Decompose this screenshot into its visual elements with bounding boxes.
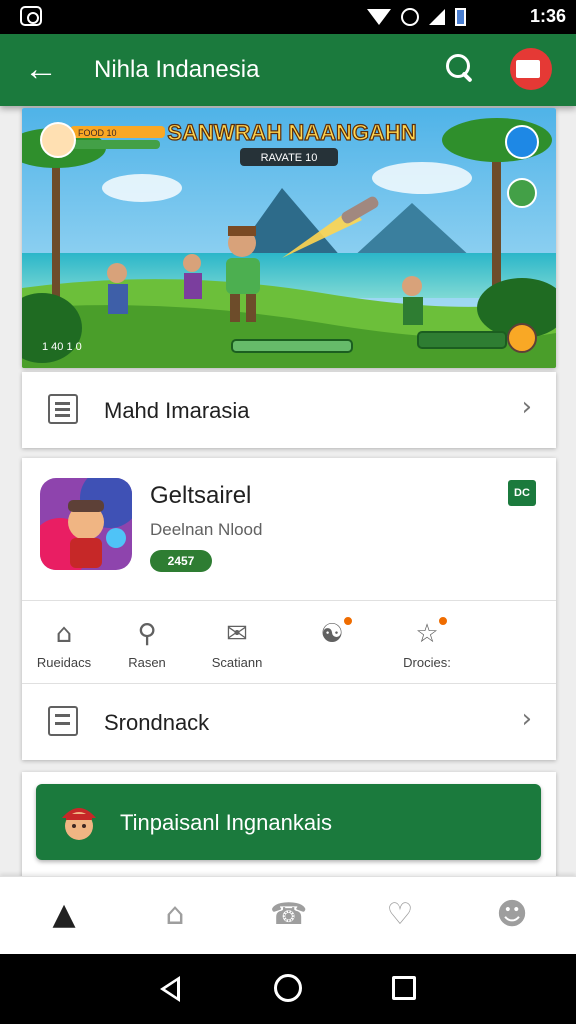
- mail-icon: ✉: [226, 619, 248, 649]
- banner-title: SANWRAH NAANGAHN: [167, 120, 416, 145]
- nav-heart-icon[interactable]: ♡: [382, 897, 418, 933]
- avatar: [56, 798, 102, 848]
- home-icon: ⌂: [55, 619, 73, 649]
- chevron-right-icon: ›: [521, 392, 532, 422]
- status-icons: [367, 8, 466, 26]
- primary-cta-button[interactable]: Tinpaisanl Ingnankais: [36, 784, 541, 860]
- nav-profile-icon[interactable]: ☻: [494, 897, 530, 933]
- nav-home-icon[interactable]: ⌂: [157, 897, 193, 933]
- search-icon[interactable]: [446, 54, 476, 84]
- edit-document-icon: [48, 706, 78, 736]
- system-back-icon[interactable]: [160, 976, 180, 1002]
- document-icon: [48, 394, 78, 424]
- menu-row-label: Mahd Imarasia: [104, 398, 250, 423]
- app-title: Nihla Indanesia: [94, 56, 260, 83]
- app-info-card: Geltsairel Deelnan Nlood 2457 DC ⌂ Rueid…: [22, 458, 556, 760]
- camera-icon: [20, 6, 42, 26]
- notification-dot: [342, 615, 354, 627]
- action-item-5[interactable]: ☆ Drocies:: [377, 615, 477, 670]
- action-label: [282, 655, 382, 670]
- chat-icon: ☯: [316, 615, 354, 649]
- system-recents-icon[interactable]: [392, 976, 416, 1000]
- second-row-label: Srondnack: [104, 710, 210, 735]
- system-home-icon[interactable]: [274, 974, 302, 1002]
- nav-home-active-icon[interactable]: ▲: [46, 897, 82, 933]
- banner-score: FOOD 10: [78, 128, 117, 138]
- app-bar: ← Nihla Indanesia: [0, 34, 576, 106]
- banner-corner-label: 1 40 1 0: [42, 341, 82, 353]
- app-icon[interactable]: [40, 478, 132, 570]
- app-name: Geltsairel: [150, 482, 252, 509]
- action-bar: ⌂ Rueidacs ⚲ Rasen ✉ Scatiann ☯ ☆ Drocie…: [22, 600, 556, 684]
- system-navigation: [0, 954, 576, 1024]
- menu-row[interactable]: Mahd Imarasia ›: [22, 372, 556, 448]
- wifi-icon: [367, 9, 391, 25]
- notification-dot: [437, 615, 449, 627]
- key-icon: ⚲: [137, 619, 157, 649]
- signal-icon: [429, 9, 445, 25]
- action-item-2[interactable]: ⚲ Rasen: [97, 619, 197, 670]
- game-banner[interactable]: SANWRAH NAANGAHN RAVATE 10 FOOD 10 1 40 …: [22, 108, 556, 368]
- developer-name: Deelnan Nlood: [150, 520, 263, 539]
- action-label: Drocies:: [403, 655, 451, 670]
- banner-illustration: SANWRAH NAANGAHN RAVATE 10 FOOD 10 1 40 …: [22, 108, 556, 368]
- mail-icon[interactable]: [510, 48, 552, 90]
- chevron-right-icon: ›: [521, 704, 532, 734]
- rating-badge: 2457: [150, 550, 212, 572]
- nav-phone-icon[interactable]: ☎: [270, 897, 307, 933]
- back-arrow-icon[interactable]: ←: [24, 52, 60, 88]
- menu-card[interactable]: Mahd Imarasia ›: [22, 372, 556, 448]
- banner-subtitle: RAVATE 10: [261, 152, 318, 164]
- battery-icon: [455, 8, 466, 26]
- action-label: Rasen: [128, 655, 166, 670]
- action-item-4[interactable]: ☯: [282, 615, 382, 670]
- star-icon: ☆: [411, 615, 449, 649]
- bottom-navigation: ▲ ⌂ ☎ ♡ ☻: [0, 876, 576, 954]
- action-label: Scatiann: [211, 655, 263, 670]
- cta-label: Tinpaisanl Ingnankais: [120, 810, 332, 835]
- content-badge: DC: [508, 480, 536, 506]
- hotspot-icon: [401, 8, 419, 26]
- status-bar: 1:36: [0, 0, 576, 34]
- action-item-3[interactable]: ✉ Scatiann: [187, 619, 287, 670]
- second-row[interactable]: Srondnack ›: [22, 684, 556, 760]
- clock: 1:36: [529, 6, 566, 26]
